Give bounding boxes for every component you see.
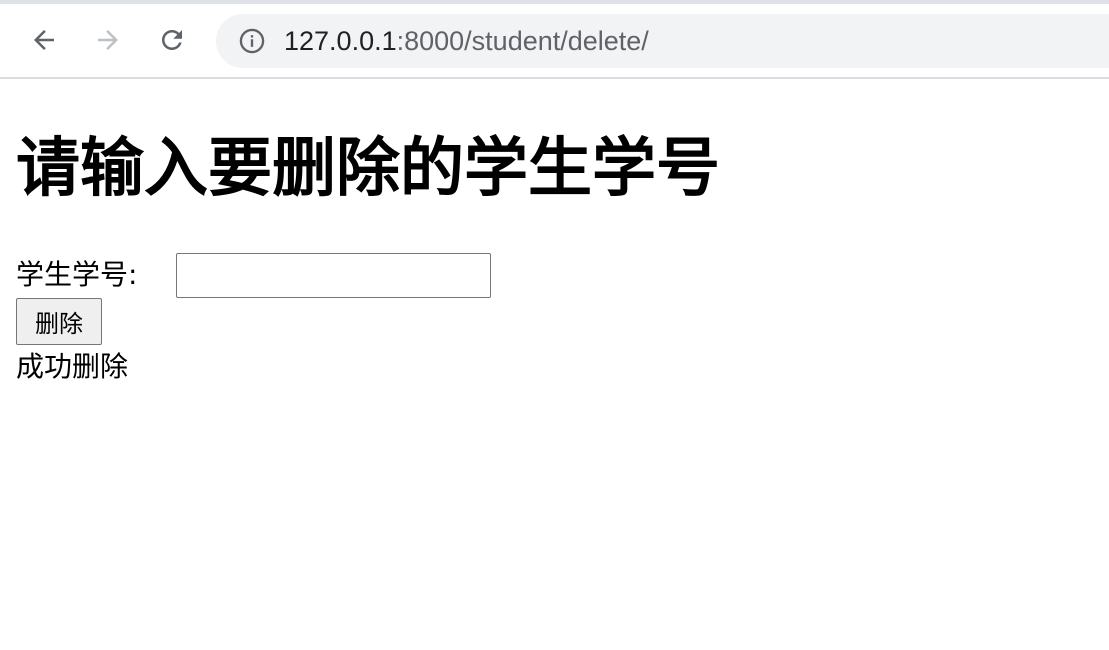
url-text[interactable]: 127.0.0.1:8000/student/delete/ bbox=[284, 24, 649, 58]
info-icon[interactable] bbox=[238, 27, 266, 55]
url-host: 127.0.0.1 bbox=[284, 26, 397, 56]
forward-button[interactable] bbox=[88, 20, 128, 60]
toolbar-divider bbox=[0, 77, 1109, 79]
address-bar[interactable]: 127.0.0.1:8000/student/delete/ bbox=[216, 14, 1109, 68]
forward-arrow-icon bbox=[98, 30, 118, 50]
reload-button[interactable] bbox=[152, 20, 192, 60]
page-title: 请输入要删除的学生学号 bbox=[16, 132, 720, 206]
back-arrow-icon bbox=[34, 30, 54, 50]
url-path: :8000/student/delete/ bbox=[396, 26, 649, 56]
delete-button[interactable]: 删除 bbox=[16, 298, 102, 345]
reload-icon bbox=[162, 30, 182, 50]
browser-toolbar: 127.0.0.1:8000/student/delete/ bbox=[0, 4, 1109, 78]
back-button[interactable] bbox=[24, 20, 64, 60]
student-id-input[interactable] bbox=[176, 253, 491, 298]
result-message: 成功删除 bbox=[16, 350, 129, 383]
student-id-label: 学生学号: bbox=[16, 258, 138, 291]
